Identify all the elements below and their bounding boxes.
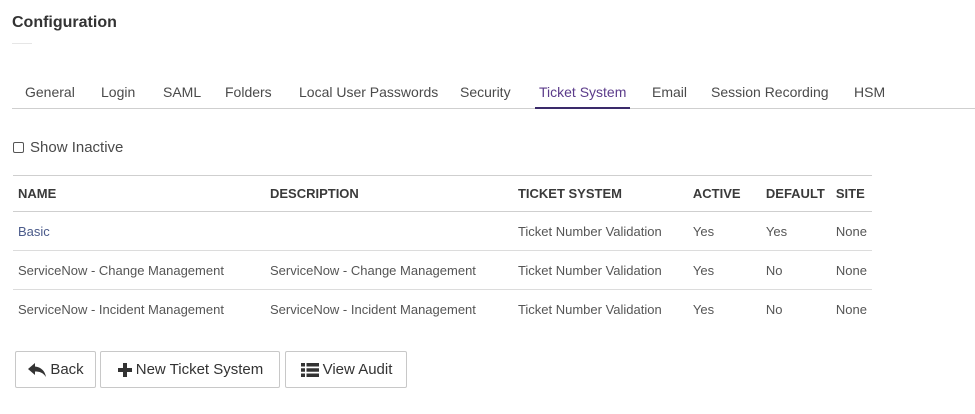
cell-site: None [835,262,867,278]
reply-arrow-icon [27,362,47,378]
column-header-active[interactable]: ACTIVE [688,176,761,212]
page-title: Configuration [12,14,117,31]
cell-description: ServiceNow - Change Management [269,262,476,278]
tab-ticket-system[interactable]: Ticket System [534,78,631,109]
cell-default: No [765,262,783,278]
cell-description: ServiceNow - Incident Management [269,301,476,317]
cell-name[interactable]: ServiceNow - Change Management [13,251,265,290]
tab-bar: General Login SAML Folders Local User Pa… [12,78,975,109]
cell-ticket-system: Ticket Number Validation [517,301,662,317]
cell-site: None [835,223,867,239]
tab-local-user-passwords[interactable]: Local User Passwords [299,78,438,108]
tab-email[interactable]: Email [652,78,687,108]
tab-security[interactable]: Security [460,78,511,108]
cell-name[interactable]: Basic [13,212,265,251]
title-divider [12,43,32,44]
show-inactive-checkbox[interactable] [13,141,24,153]
cell-ticket-system: Ticket Number Validation [517,262,662,278]
tab-session-recording[interactable]: Session Recording [711,78,829,108]
ticket-systems-table: NAME DESCRIPTION TICKET SYSTEM ACTIVE DE… [13,175,872,328]
tab-general[interactable]: General [25,78,75,108]
cell-name[interactable]: ServiceNow - Incident Management [13,290,265,329]
tab-saml[interactable]: SAML [163,78,201,108]
cell-active: Yes [692,223,715,239]
cell-site: None [835,301,867,317]
new-ticket-system-button-label: New Ticket System [135,361,264,378]
back-button-label: Back [50,361,84,378]
cell-active: Yes [692,301,715,317]
column-header-site[interactable]: SITE [831,176,872,212]
back-button[interactable]: Back [15,351,96,388]
plus-icon [117,362,133,378]
cell-default: No [765,301,783,317]
cell-active: Yes [692,262,715,278]
tab-folders[interactable]: Folders [225,78,272,108]
table-row[interactable]: Basic Ticket Number Validation Yes Yes N… [13,212,872,251]
cell-description [265,212,513,251]
table-row[interactable]: ServiceNow - Incident Management Service… [13,290,872,329]
table-header-row: NAME DESCRIPTION TICKET SYSTEM ACTIVE DE… [13,175,872,212]
column-header-name[interactable]: NAME [13,176,265,212]
tab-hsm[interactable]: HSM [854,78,885,108]
cell-default: Yes [765,223,788,239]
view-audit-button[interactable]: View Audit [285,351,407,388]
column-header-default[interactable]: DEFAULT [761,176,831,212]
table-row[interactable]: ServiceNow - Change Management ServiceNo… [13,251,872,290]
new-ticket-system-button[interactable]: New Ticket System [100,351,280,388]
show-inactive-toggle[interactable]: Show Inactive [13,137,123,157]
cell-ticket-system: Ticket Number Validation [517,223,662,239]
column-header-ticket-system[interactable]: TICKET SYSTEM [513,176,688,212]
tab-login[interactable]: Login [101,78,135,108]
show-inactive-label: Show Inactive [30,138,124,156]
column-header-description[interactable]: DESCRIPTION [265,176,513,212]
list-icon [300,362,320,378]
view-audit-button-label: View Audit [322,361,393,378]
